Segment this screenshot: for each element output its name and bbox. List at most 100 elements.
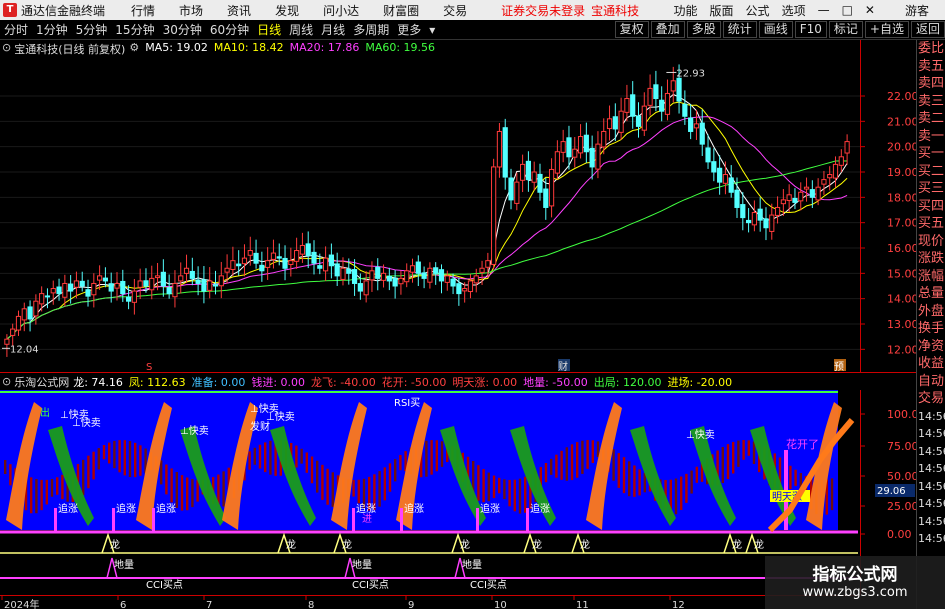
tab-15min[interactable]: 15分钟 [111, 21, 158, 38]
candle[interactable] [844, 134, 850, 165]
tab-monthly[interactable]: 月线 [317, 21, 349, 38]
candle[interactable] [554, 140, 560, 180]
candle[interactable] [577, 124, 584, 159]
candle[interactable] [664, 79, 671, 121]
candle[interactable] [294, 237, 300, 269]
side-quote-item[interactable]: 卖四 [917, 75, 945, 93]
candle[interactable] [404, 263, 410, 288]
candle[interactable] [635, 102, 642, 138]
side-quote-item[interactable]: 卖五 [917, 58, 945, 76]
event-s-marker[interactable]: S [146, 362, 152, 373]
tab-weekly[interactable]: 周线 [285, 21, 317, 38]
candle[interactable] [520, 154, 526, 193]
auto-trade-button[interactable]: 自动交易 [917, 373, 945, 408]
candle[interactable] [467, 274, 474, 299]
candlestick-chart[interactable]: 22.93 12.04 S 财 预 [0, 40, 860, 373]
candle[interactable] [178, 262, 184, 294]
side-quote-item[interactable]: 现价 [917, 233, 945, 251]
guest-label[interactable]: 游客 [899, 2, 935, 19]
candle[interactable] [717, 155, 723, 195]
tab-1min[interactable]: 1分钟 [32, 21, 72, 38]
side-quote-item[interactable]: 买三 [917, 180, 945, 198]
side-quote-item[interactable]: 买四 [917, 198, 945, 216]
side-quote-item[interactable]: 净资 [917, 338, 945, 356]
menu-zixun[interactable]: 资讯 [215, 2, 263, 19]
candle[interactable] [514, 172, 520, 211]
candle[interactable] [322, 246, 329, 282]
login-status-link[interactable]: 证券交易未登录 [501, 2, 585, 19]
menu-gongshi[interactable]: 公式 [740, 2, 776, 19]
candle[interactable] [183, 254, 190, 283]
candle[interactable] [757, 197, 763, 232]
candle[interactable] [728, 165, 734, 198]
menu-jiaoyi[interactable]: 交易 [431, 2, 479, 19]
candle[interactable] [241, 244, 248, 277]
candle[interactable] [230, 246, 236, 276]
candle[interactable] [792, 188, 798, 210]
candle[interactable] [473, 268, 479, 293]
candle[interactable] [421, 266, 427, 289]
candle[interactable] [79, 271, 85, 292]
candle[interactable] [386, 267, 392, 291]
side-quote-item[interactable]: 买五 [917, 215, 945, 233]
candle[interactable] [433, 262, 439, 285]
side-quote-item[interactable]: 收益 [917, 355, 945, 373]
f10-button[interactable]: F10 [794, 21, 827, 38]
candle[interactable] [270, 239, 277, 269]
indicator-expand-icon[interactable]: ⊙ [2, 375, 11, 388]
side-quote-item[interactable]: 卖二 [917, 110, 945, 128]
menu-xuanxiang[interactable]: 选项 [776, 2, 812, 19]
candle[interactable] [589, 135, 595, 180]
side-quote-item[interactable]: 涨跌 [917, 250, 945, 268]
tab-5min[interactable]: 5分钟 [72, 21, 112, 38]
side-quote-item[interactable]: 买二 [917, 163, 945, 181]
candle[interactable] [688, 104, 694, 140]
candle[interactable] [456, 277, 462, 306]
candle[interactable] [537, 163, 543, 201]
candle[interactable] [803, 177, 810, 202]
tab-multi-period[interactable]: 多周期 [349, 21, 393, 38]
candle[interactable] [375, 258, 381, 291]
candle[interactable] [427, 262, 433, 289]
candle[interactable] [172, 270, 178, 308]
tab-60min[interactable]: 60分钟 [206, 21, 253, 38]
candle[interactable] [641, 92, 647, 137]
candle[interactable] [618, 97, 624, 140]
menu-faxian[interactable]: 发现 [263, 2, 311, 19]
candle[interactable] [659, 86, 665, 122]
candle[interactable] [265, 247, 271, 280]
event-cai-marker[interactable]: 财 [558, 360, 568, 373]
candle[interactable] [85, 279, 91, 307]
multi-stock-button[interactable]: 多股 [686, 21, 721, 38]
candle[interactable] [282, 245, 288, 281]
candle[interactable] [288, 247, 294, 277]
candle[interactable] [398, 270, 404, 295]
candle[interactable] [39, 286, 45, 312]
candle[interactable] [97, 265, 103, 290]
candle[interactable] [10, 323, 16, 346]
side-quote-item[interactable]: 买一 [917, 145, 945, 163]
candle[interactable] [548, 158, 555, 218]
draw-line-button[interactable]: 画线 [758, 21, 793, 38]
candle[interactable] [253, 239, 259, 269]
minimize-icon[interactable]: — [812, 3, 836, 17]
candle[interactable] [195, 266, 201, 296]
add-watchlist-button[interactable]: +自选 [864, 21, 909, 38]
candle[interactable] [311, 240, 317, 275]
side-quote-item[interactable]: 总量 [917, 285, 945, 303]
candle[interactable] [722, 161, 729, 195]
expand-icon[interactable]: ⊙ [2, 41, 11, 57]
menu-caifuquan[interactable]: 财富圈 [371, 2, 431, 19]
event-yu-marker[interactable]: 预 [834, 361, 844, 373]
menu-shichang[interactable]: 市场 [167, 2, 215, 19]
candle[interactable] [485, 252, 491, 278]
candle[interactable] [508, 168, 514, 210]
candle[interactable] [705, 134, 711, 169]
candle[interactable] [606, 105, 613, 141]
candle[interactable] [624, 84, 630, 122]
price-chart[interactable]: 22.93 12.04 S 财 预 ⊙ 宝通科技(日线 前复权) ⚙ MA5: 19.0… [0, 40, 860, 373]
mark-button[interactable]: 标记 [828, 21, 863, 38]
candle[interactable] [409, 258, 416, 283]
candle[interactable] [305, 231, 311, 269]
candle[interactable] [572, 137, 578, 168]
